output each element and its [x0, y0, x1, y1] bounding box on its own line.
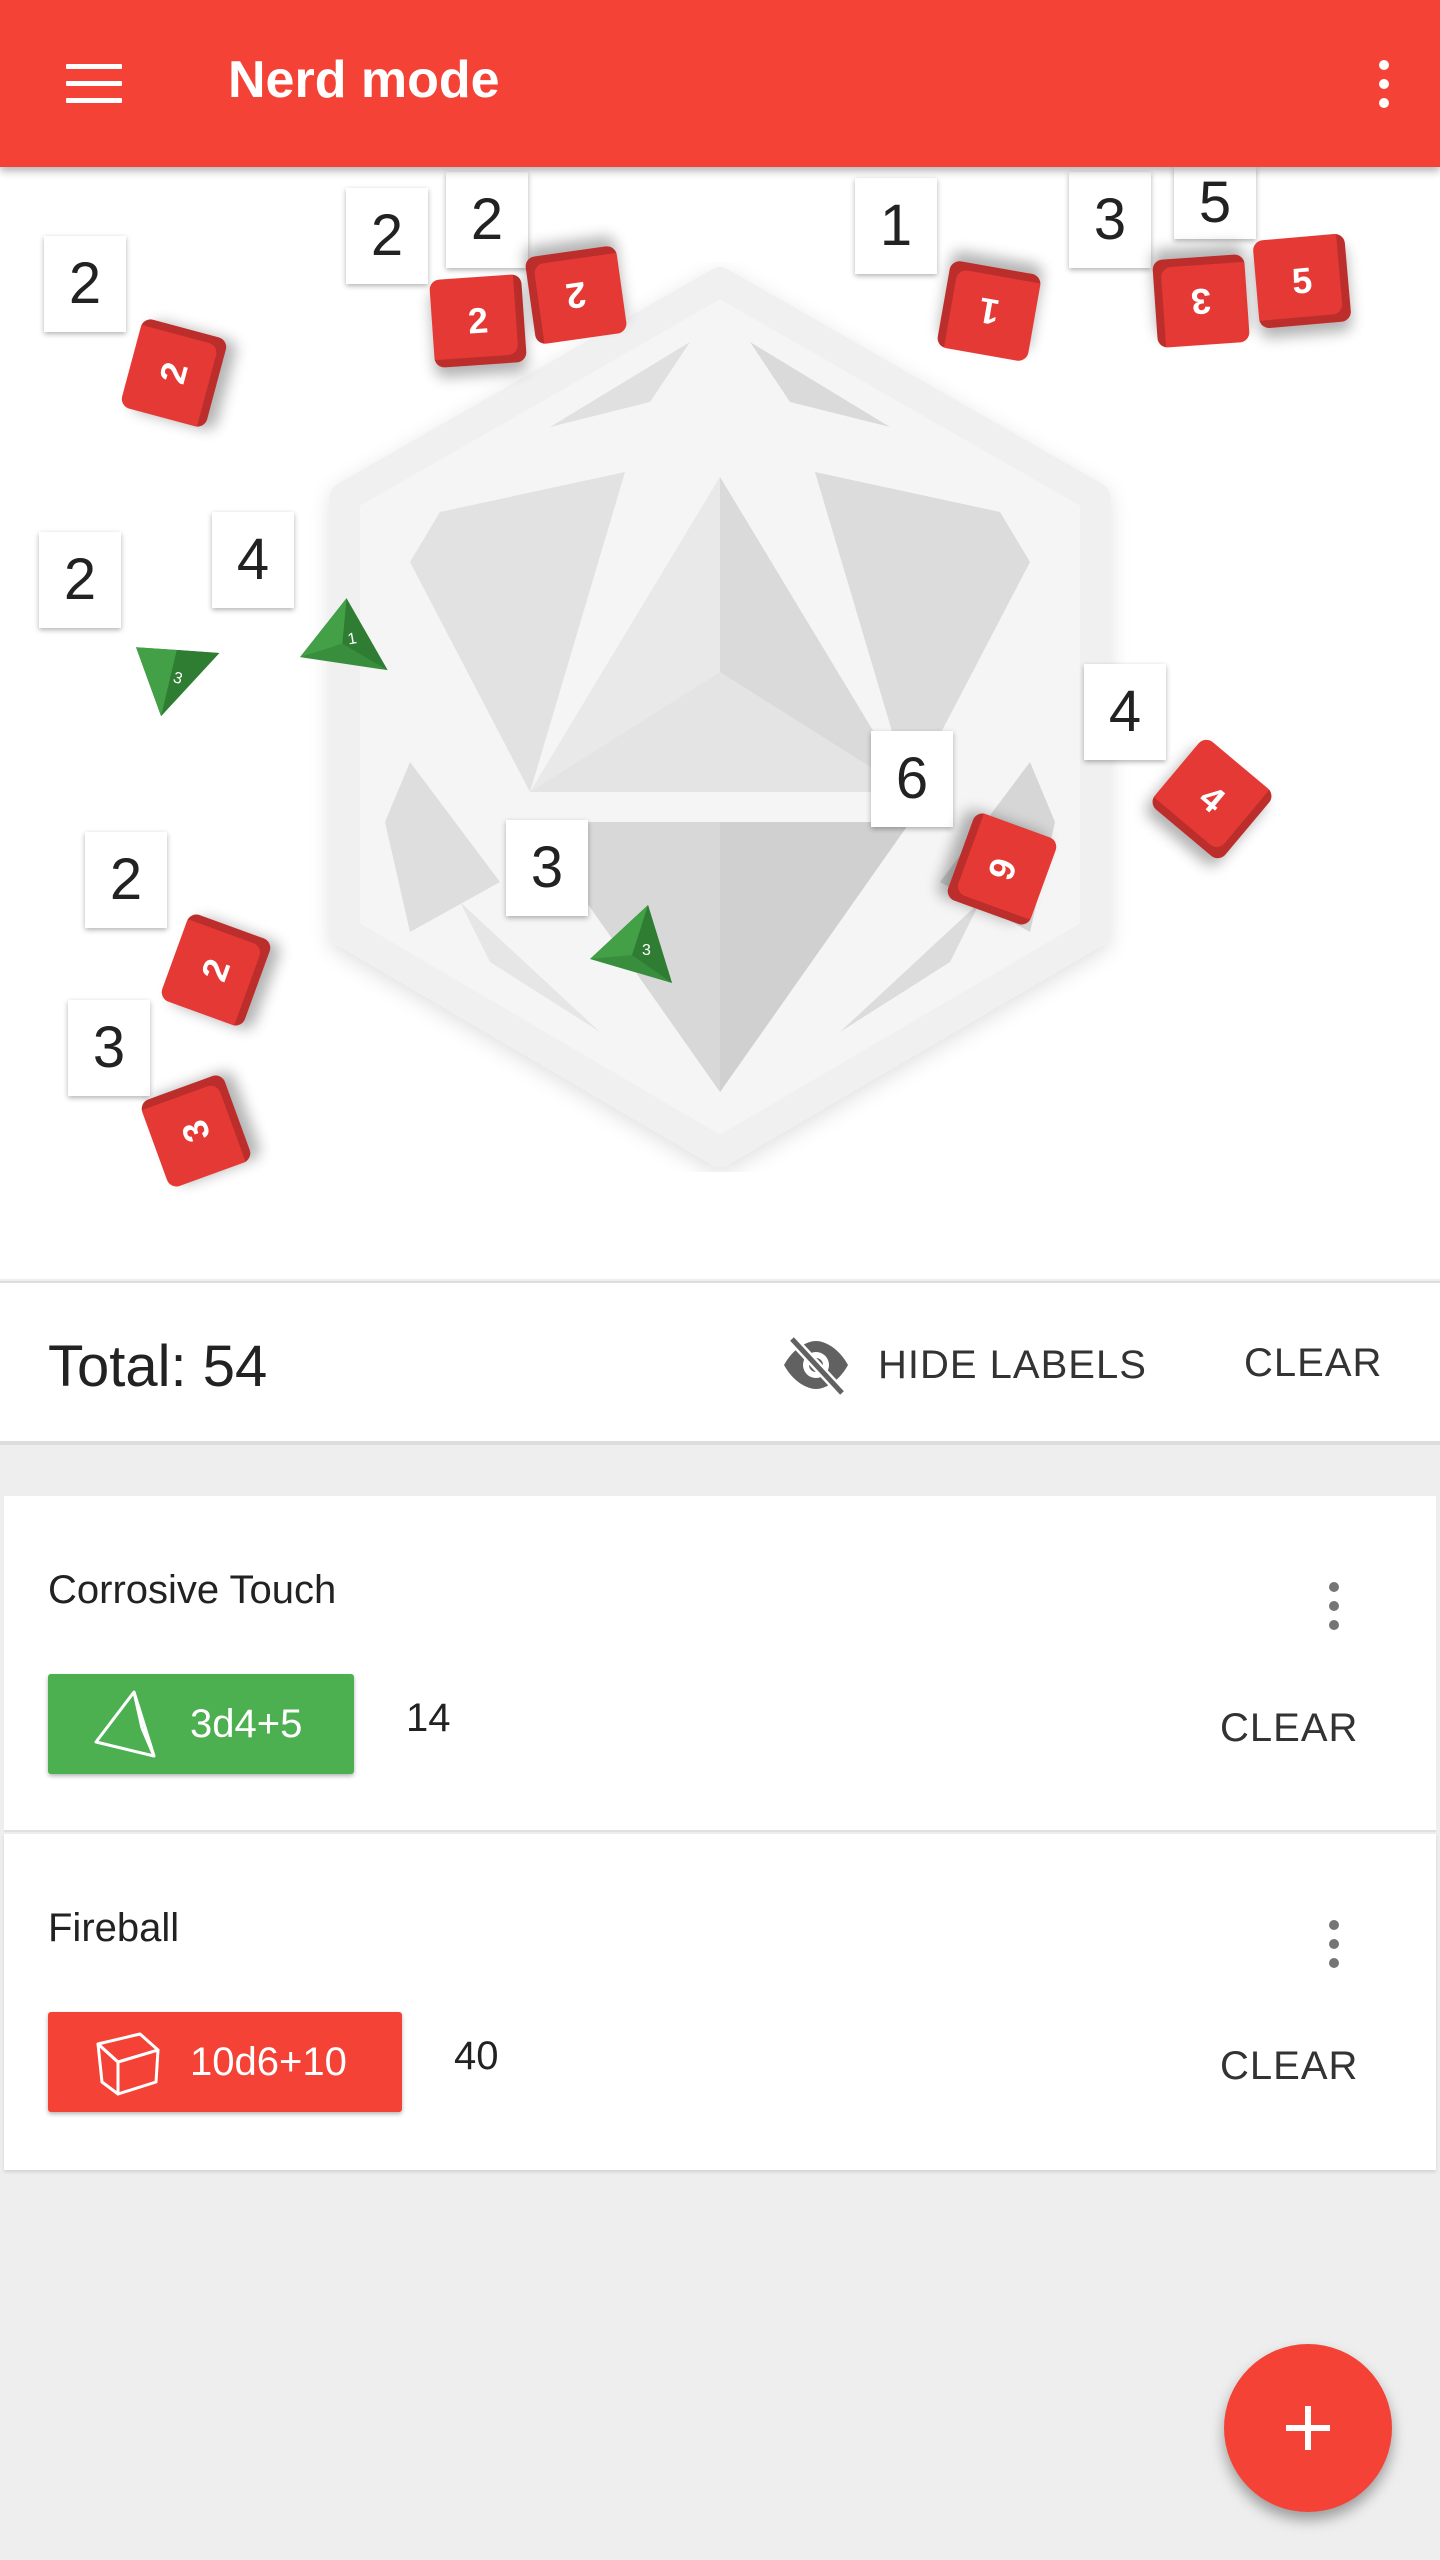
card-title: Fireball: [48, 1906, 180, 1950]
d6-die: 3: [1152, 253, 1250, 349]
roll-result: 14: [406, 1696, 451, 1740]
svg-text:3: 3: [642, 942, 651, 959]
roll-dice-button[interactable]: 10d6+10: [48, 2012, 402, 2112]
dice-expression: 3d4+5: [190, 1701, 303, 1746]
d6-cube-icon: [96, 2032, 160, 2096]
d6-die: 2: [119, 317, 229, 429]
roll-result: 40: [454, 2034, 499, 2078]
d6-die: 4: [1148, 735, 1276, 863]
d4-die: 3: [590, 905, 672, 983]
die-result-label: 2: [446, 172, 528, 268]
clear-all-button[interactable]: CLEAR: [1244, 1341, 1382, 1386]
eye-off-icon: [784, 1335, 848, 1395]
die-result-label: 3: [1069, 172, 1151, 268]
d6-die: 2: [429, 273, 527, 369]
d4-tetrahedron-icon: [94, 1690, 156, 1758]
d4-die: 1: [300, 598, 388, 671]
d6-die: 5: [1252, 233, 1352, 329]
die-result-label: 3: [506, 820, 588, 916]
die-result-label: 4: [212, 512, 294, 608]
die-result-label: 2: [346, 188, 428, 284]
app-bar: Nerd mode: [0, 0, 1440, 167]
add-roll-button[interactable]: [1224, 2344, 1392, 2512]
d6-die: 3: [138, 1072, 254, 1190]
more-vert-icon[interactable]: [1372, 56, 1396, 112]
d4-die: 3: [136, 647, 220, 717]
roll-dice-button[interactable]: 3d4+5: [48, 1674, 354, 1774]
page-title: Nerd mode: [228, 51, 500, 109]
dice-roll-area[interactable]: 2 2 2 1 3 5 2 4 4 6 2 3 3 2 2 2 1 3 5 4 …: [0, 167, 1440, 1279]
total-bar: Total: 54 HIDE LABELS CLEAR: [0, 1281, 1440, 1445]
die-result-label: 3: [68, 1000, 150, 1096]
d6-die: 2: [524, 245, 628, 345]
d6-die: 2: [158, 911, 274, 1029]
die-result-label: 2: [44, 236, 126, 332]
card-title: Corrosive Touch: [48, 1568, 337, 1612]
die-result-label: 2: [39, 532, 121, 628]
hide-labels-button[interactable]: HIDE LABELS: [780, 1323, 1147, 1407]
total-value: Total: 54: [48, 1334, 268, 1399]
more-vert-icon[interactable]: [1322, 1916, 1346, 1972]
card-clear-button[interactable]: CLEAR: [1220, 2044, 1358, 2089]
die-result-label: 1: [855, 178, 937, 274]
card-clear-button[interactable]: CLEAR: [1220, 1706, 1358, 1751]
more-vert-icon[interactable]: [1322, 1578, 1346, 1634]
die-result-label: 4: [1084, 664, 1166, 760]
roll-card: Fireball 10d6+10 40 CLEAR: [4, 1834, 1436, 2170]
hamburger-menu-icon[interactable]: [66, 64, 122, 104]
die-result-label: 6: [871, 731, 953, 827]
dice-expression: 10d6+10: [190, 2039, 347, 2084]
roll-card: Corrosive Touch 3d4+5 14 CLEAR: [4, 1496, 1436, 1832]
die-result-label: 5: [1174, 167, 1256, 239]
hide-labels-text: HIDE LABELS: [878, 1342, 1147, 1387]
die-result-label: 2: [85, 832, 167, 928]
d6-die: 1: [936, 259, 1042, 363]
d20-icon: [330, 267, 1110, 1167]
